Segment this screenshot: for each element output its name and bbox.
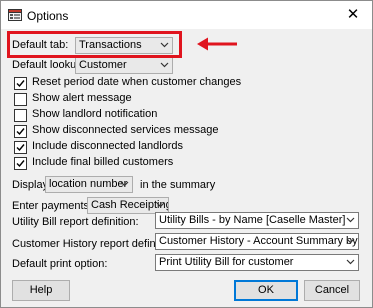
default-lookup-select[interactable]: Customer <box>75 57 173 74</box>
utility-bill-label: Utility Bill report definition: <box>12 216 139 228</box>
include-disconnected-landlords-label: Include disconnected landlords <box>32 140 184 152</box>
check-icon <box>16 80 25 88</box>
show-disconnected-services-label: Show disconnected services message <box>32 124 219 136</box>
customer-history-value: Customer History - Account Summary by Na… <box>159 235 358 247</box>
options-app-icon <box>8 9 22 21</box>
options-dialog: Options ✕ Default tab: Transactions Defa… <box>0 0 373 308</box>
default-lookup-value: Customer <box>79 59 127 71</box>
checkbox-box <box>14 93 27 106</box>
annotation-arrow-icon <box>197 37 237 51</box>
show-alert-message-label: Show alert message <box>32 92 132 104</box>
check-icon <box>16 128 25 136</box>
annotation-highlight-box <box>7 31 182 58</box>
default-print-label: Default print option: <box>12 258 108 270</box>
include-final-billed-label: Include final billed customers <box>32 156 174 168</box>
display-suffix-label: in the summary <box>140 179 216 191</box>
chevron-down-icon <box>156 202 165 208</box>
display-label: Display <box>12 179 49 191</box>
chevron-down-icon <box>120 181 129 187</box>
dialog-content: Default tab: Transactions Default lookup… <box>1 29 372 307</box>
customer-history-select[interactable]: Customer History - Account Summary by Na… <box>155 233 359 250</box>
default-print-value: Print Utility Bill for customer <box>159 256 294 268</box>
reset-period-date-label: Reset period date when customer changes <box>32 76 242 88</box>
checkbox-box <box>14 157 27 170</box>
chevron-down-icon <box>346 217 355 223</box>
utility-bill-value: Utility Bills - by Name [Caselle Master] <box>159 214 346 226</box>
checkbox-box <box>14 77 27 90</box>
help-button[interactable]: Help <box>12 280 70 301</box>
customer-history-label: Customer History report definition: <box>12 238 179 250</box>
chevron-down-icon <box>346 238 355 244</box>
close-button[interactable]: ✕ <box>342 5 364 25</box>
checkbox-box <box>14 125 27 138</box>
chevron-down-icon <box>346 259 355 265</box>
chevron-down-icon <box>160 62 169 68</box>
show-landlord-notification-label: Show landlord notification <box>32 108 158 120</box>
ok-button[interactable]: OK <box>234 280 298 301</box>
utility-bill-select[interactable]: Utility Bills - by Name [Caselle Master] <box>155 212 359 229</box>
display-select[interactable]: location number <box>45 176 133 193</box>
window-title: Options <box>27 9 69 23</box>
checkbox-box <box>14 109 27 122</box>
cancel-button[interactable]: Cancel <box>304 280 360 301</box>
check-icon <box>16 144 25 152</box>
checkbox-box <box>14 141 27 154</box>
check-icon <box>16 160 25 168</box>
default-print-select[interactable]: Print Utility Bill for customer <box>155 254 359 271</box>
title-bar: Options ✕ <box>1 1 372 29</box>
